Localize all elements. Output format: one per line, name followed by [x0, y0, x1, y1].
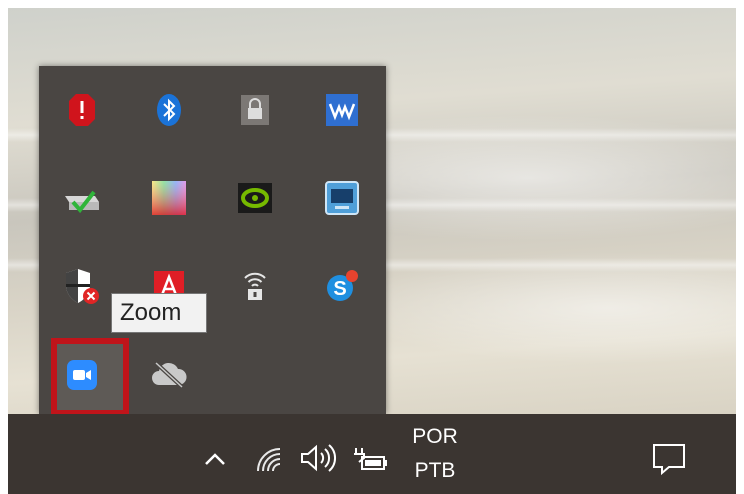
- printer-check-icon[interactable]: [60, 176, 104, 220]
- color-palette-icon[interactable]: [147, 176, 191, 220]
- nvidia-icon[interactable]: [233, 176, 277, 220]
- action-center-icon[interactable]: [648, 440, 690, 478]
- language-code: POR: [412, 425, 458, 448]
- svg-text:S: S: [333, 278, 346, 300]
- onedrive-offline-icon[interactable]: [147, 353, 191, 397]
- zoom-tooltip: Zoom: [111, 293, 207, 333]
- monitor-app-icon[interactable]: [320, 176, 364, 220]
- security-alert-icon[interactable]: [60, 88, 104, 132]
- skype-icon[interactable]: S: [320, 264, 364, 308]
- battery-icon[interactable]: [350, 442, 390, 476]
- wifi-lock-icon[interactable]: [233, 264, 277, 308]
- desktop-frame: S Zoom POR PTB: [8, 8, 736, 494]
- network-icon[interactable]: [252, 442, 286, 476]
- input-language-indicator[interactable]: POR PTB: [400, 420, 470, 494]
- zoom-icon[interactable]: [60, 353, 104, 397]
- bluetooth-icon[interactable]: [147, 88, 191, 132]
- lock-icon[interactable]: [233, 88, 277, 132]
- chevron-up-icon[interactable]: [200, 444, 230, 474]
- keyboard-layout-code: PTB: [414, 459, 456, 482]
- waves-audio-icon[interactable]: [320, 88, 364, 132]
- volume-icon[interactable]: [298, 440, 340, 476]
- defender-shield-icon[interactable]: [60, 264, 104, 308]
